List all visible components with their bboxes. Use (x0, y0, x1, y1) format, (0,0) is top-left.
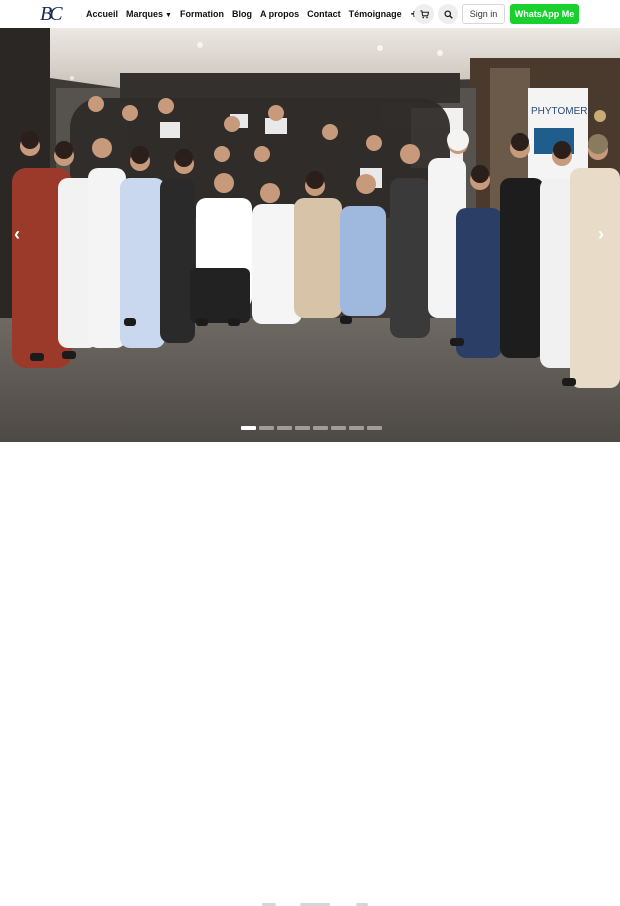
chevron-down-icon: ▼ (165, 12, 172, 19)
carousel-indicator[interactable] (241, 426, 256, 430)
brand-logo[interactable]: BC (40, 3, 72, 25)
chevron-left-icon: ‹ (14, 223, 20, 244)
carousel-indicator[interactable] (277, 426, 292, 430)
carousel-indicator[interactable] (313, 426, 328, 430)
main-nav: Accueil Marques ▼ Formation Blog A propos… (86, 0, 418, 28)
nav-item-marques-label: Marques (126, 9, 164, 19)
carousel-indicator[interactable] (295, 426, 310, 430)
nav-item-temoignage[interactable]: Témoignage (349, 9, 402, 19)
sign-in-button[interactable]: Sign in (462, 4, 505, 24)
carousel-indicator[interactable] (367, 426, 382, 430)
carousel-indicator[interactable] (349, 426, 364, 430)
chevron-right-icon: › (598, 223, 604, 244)
navbar: BC Accueil Marques ▼ Formation Blog A pro… (0, 0, 620, 28)
carousel-prev-button[interactable]: ‹ (10, 224, 24, 244)
search-button[interactable] (438, 4, 458, 24)
carousel-indicators (241, 426, 382, 430)
phytomer-banner-text: PHYTOMER (531, 106, 588, 117)
carousel-indicator[interactable] (331, 426, 346, 430)
nav-item-accueil[interactable]: Accueil (86, 9, 118, 19)
cart-icon (419, 9, 429, 18)
nav-item-a-propos[interactable]: A propos (260, 9, 299, 19)
search-icon (443, 9, 453, 19)
carousel-indicator[interactable] (259, 426, 274, 430)
next-section (0, 442, 620, 906)
nav-item-blog[interactable]: Blog (232, 9, 252, 19)
carousel-next-button[interactable]: › (594, 224, 608, 244)
nav-item-formation[interactable]: Formation (180, 9, 224, 19)
whatsapp-button[interactable]: WhatsApp Me (510, 4, 579, 24)
hero-carousel: PHYTOMER ‹ › (0, 28, 620, 442)
nav-item-contact[interactable]: Contact (307, 9, 341, 19)
cart-button[interactable] (414, 4, 434, 24)
hero-group-photo: PHYTOMER (0, 28, 620, 442)
nav-item-marques[interactable]: Marques ▼ (126, 9, 172, 19)
